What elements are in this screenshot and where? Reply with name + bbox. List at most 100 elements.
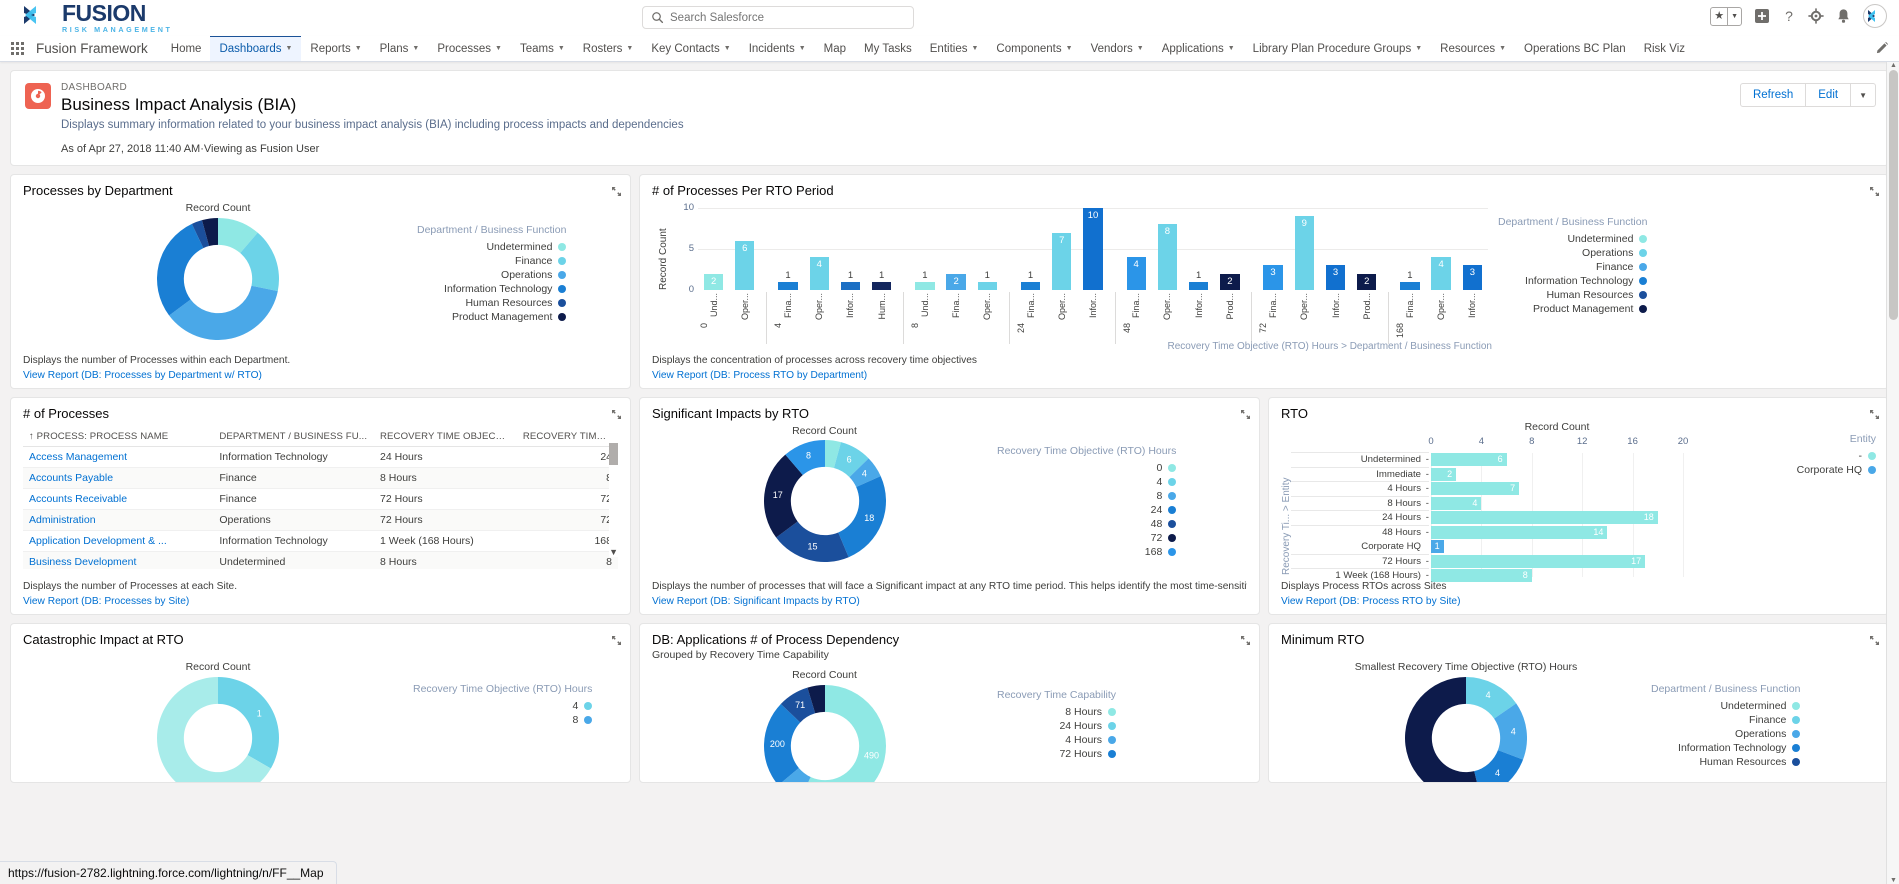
bar[interactable] <box>977 281 997 290</box>
donut-slice[interactable] <box>157 223 204 316</box>
donut-chart[interactable]: 6 4 18 15 17 8 <box>763 440 886 562</box>
page-scrollbar-thumb[interactable] <box>1889 70 1898 320</box>
legend-item[interactable]: Information Technology <box>1525 275 1648 287</box>
nav-item-applications[interactable]: Applications ▼ <box>1153 36 1244 61</box>
legend-item[interactable]: Human Resources <box>1699 756 1801 768</box>
bar[interactable]: 6 <box>1431 453 1507 466</box>
expand-icon[interactable] <box>1241 407 1250 422</box>
bar[interactable] <box>1188 281 1209 290</box>
global-search-box[interactable] <box>642 6 914 29</box>
nav-item-library-plan-procedure-groups[interactable]: Library Plan Procedure Groups ▼ <box>1244 36 1431 61</box>
table-cell[interactable]: Application Development & ... <box>23 530 214 552</box>
table-row[interactable]: Accounts PayableFinance8 Hours8 <box>23 467 618 489</box>
nav-item-dashboards[interactable]: Dashboards ▼ <box>210 36 302 61</box>
legend-item[interactable]: Corporate HQ <box>1797 464 1876 476</box>
setup-gear-icon[interactable] <box>1808 8 1824 24</box>
table-column-header[interactable]: RECOVERY TIME OBJECTIVE (... <box>374 427 517 447</box>
scroll-down-icon[interactable]: ▼ <box>1887 877 1899 884</box>
expand-icon[interactable] <box>1870 633 1879 648</box>
nav-item-vendors[interactable]: Vendors ▼ <box>1082 36 1153 61</box>
app-launcher-button[interactable] <box>0 36 34 61</box>
legend-item[interactable]: 8 Hours <box>1065 706 1117 718</box>
legend-item[interactable]: Undetermined <box>1720 700 1801 712</box>
bar[interactable] <box>915 281 935 290</box>
legend-item[interactable]: 168 <box>1145 546 1177 558</box>
legend-item[interactable]: Human Resources <box>1546 289 1648 301</box>
fusion-logo[interactable]: FUSION RISK MANAGEMENT <box>0 2 172 34</box>
bar[interactable] <box>778 281 798 290</box>
donut-chart[interactable] <box>157 218 279 340</box>
donut-chart[interactable]: 1 <box>157 677 279 782</box>
table-row[interactable]: Access Management Information Technology 2… <box>23 446 618 468</box>
donut-chart[interactable]: 4 4 4 <box>1405 677 1527 782</box>
view-report-link[interactable]: View Report (DB: Processes by Site) <box>23 596 189 607</box>
legend-item[interactable]: Finance <box>1749 714 1801 726</box>
bar[interactable]: 7 <box>1431 482 1520 495</box>
search-input[interactable] <box>670 11 905 24</box>
expand-icon[interactable] <box>612 184 621 199</box>
nav-item-resources[interactable]: Resources ▼ <box>1431 36 1515 61</box>
legend-item[interactable]: 0 <box>1156 462 1177 474</box>
table-scrollbar-thumb[interactable] <box>609 443 618 465</box>
expand-icon[interactable] <box>612 407 621 422</box>
legend-item[interactable]: 72 <box>1151 532 1177 544</box>
nav-item-teams[interactable]: Teams ▼ <box>511 36 574 61</box>
nav-item-operations-bc-plan[interactable]: Operations BC Plan <box>1515 36 1635 61</box>
table-cell[interactable]: Accounts Payable <box>23 467 214 489</box>
view-report-link[interactable]: View Report (DB: Process RTO by Departme… <box>652 370 867 381</box>
edit-button[interactable]: Edit <box>1806 83 1852 107</box>
expand-icon[interactable] <box>612 633 621 648</box>
donut-slice[interactable] <box>218 677 279 769</box>
bar[interactable]: 14 <box>1431 525 1608 539</box>
legend-item[interactable]: 8 <box>1156 490 1177 502</box>
table-column-header[interactable]: DEPARTMENT / BUSINESS FU... <box>213 427 375 447</box>
legend-item[interactable]: 24 <box>1151 504 1177 516</box>
legend-item[interactable]: Operations <box>1735 728 1801 740</box>
view-report-link[interactable]: View Report (DB: Processes by Department… <box>23 370 262 381</box>
legend-item[interactable]: Operations <box>1582 247 1648 259</box>
table-cell[interactable]: Administration <box>23 509 214 531</box>
nav-item-key-contacts[interactable]: Key Contacts ▼ <box>642 36 739 61</box>
legend-item[interactable]: Information Technology <box>1678 742 1801 754</box>
user-avatar[interactable] <box>1863 4 1887 28</box>
nav-item-my-tasks[interactable]: My Tasks <box>855 36 921 61</box>
bar[interactable]: 17 <box>1431 554 1646 568</box>
legend-item[interactable]: 72 Hours <box>1059 748 1117 760</box>
legend-item[interactable]: Product Management <box>1533 303 1648 315</box>
view-report-link[interactable]: View Report (DB: Process RTO by Site) <box>1281 596 1460 607</box>
legend-item[interactable]: 8 <box>572 714 593 726</box>
legend-item[interactable]: Information Technology <box>444 283 567 295</box>
table-cell[interactable]: Accounts Receivable <box>23 488 214 510</box>
notifications-bell-icon[interactable] <box>1836 8 1851 24</box>
bar[interactable]: 1 <box>1431 540 1444 553</box>
table-column-header[interactable]: RECOVERY TIME OBJECTIVE (... <box>516 427 618 447</box>
donut-chart[interactable]: 490 200 71 <box>763 685 886 782</box>
table-scrollbar[interactable]: ▼ <box>609 443 618 557</box>
legend-item[interactable]: Human Resources <box>465 297 567 309</box>
help-icon[interactable]: ? <box>1782 8 1796 24</box>
dashboard-more-actions-button[interactable]: ▼ <box>1851 83 1876 107</box>
bar[interactable] <box>1400 281 1420 290</box>
legend-item[interactable]: 4 Hours <box>1065 734 1117 746</box>
legend-item[interactable]: 4 <box>572 700 593 712</box>
refresh-button[interactable]: Refresh <box>1739 83 1807 107</box>
page-scrollbar[interactable]: ▲ ▼ <box>1886 62 1899 884</box>
table-row[interactable]: Business Development Undetermined 8 Hours 8 <box>23 551 618 569</box>
favorites-button[interactable]: ★ ▼ <box>1710 6 1742 26</box>
horizontal-bar-chart[interactable]: Record Count 0 4 8 12 16 20 Recovery Ti... > En… <box>1281 421 1876 582</box>
bar[interactable]: 4 <box>1431 496 1482 510</box>
expand-icon[interactable] <box>1241 633 1250 648</box>
bar[interactable]: 18 <box>1431 511 1658 524</box>
table-scroll-down-icon[interactable]: ▼ <box>609 547 618 557</box>
legend-item[interactable]: Undetermined <box>486 241 567 253</box>
nav-item-entities[interactable]: Entities ▼ <box>921 36 988 61</box>
legend-item[interactable]: Undetermined <box>1567 233 1648 245</box>
bar[interactable]: 2 <box>1431 467 1457 481</box>
expand-icon[interactable] <box>1870 407 1879 422</box>
expand-icon[interactable] <box>1870 184 1879 199</box>
bar[interactable] <box>872 281 892 290</box>
legend-item[interactable]: 4 <box>1156 476 1177 488</box>
table-row[interactable]: Application Development & ... Information… <box>23 530 618 552</box>
legend-item[interactable]: Finance <box>515 255 567 267</box>
nav-item-map[interactable]: Map <box>815 36 855 61</box>
